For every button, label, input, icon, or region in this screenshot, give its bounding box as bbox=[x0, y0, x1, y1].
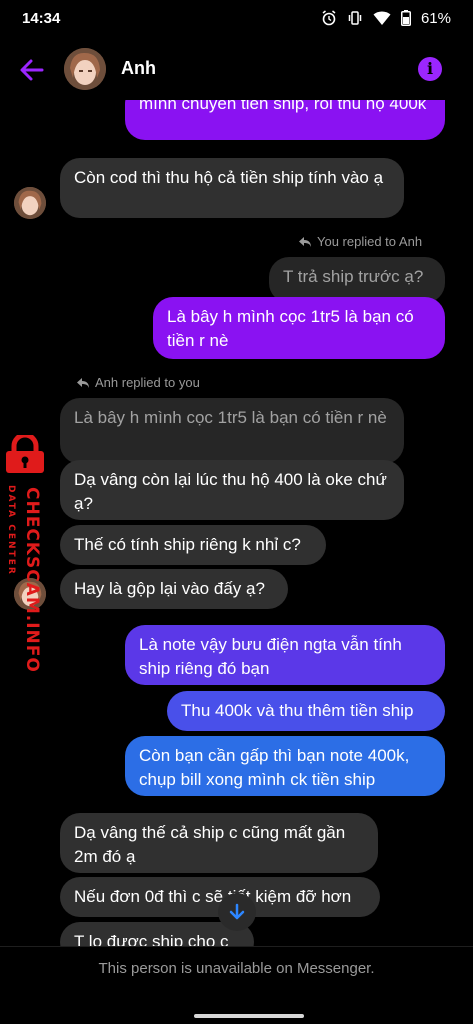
message-text: Là bây h mình cọc 1tr5 là bạn có tiền r … bbox=[74, 408, 387, 427]
message-bubble[interactable]: Thế có tính ship riêng k nhỉ c? bbox=[60, 525, 326, 565]
status-icons: 61% bbox=[321, 10, 451, 27]
reply-icon bbox=[299, 236, 311, 247]
home-indicator[interactable] bbox=[194, 1014, 304, 1018]
message-text: Dạ vâng thế cả ship c cũng mất gần 2m đó… bbox=[74, 823, 346, 866]
arrow-down-icon bbox=[229, 903, 245, 920]
message-text: T trả ship trước ạ? bbox=[283, 267, 424, 286]
watermark-title: CHECKSCAM.INFO bbox=[22, 487, 42, 673]
message-text: Dạ vâng còn lại lúc thu hộ 400 là oke ch… bbox=[74, 470, 387, 513]
avatar[interactable] bbox=[14, 187, 46, 219]
watermark: DATA CENTER CHECKSCAM.INFO bbox=[2, 435, 50, 673]
message-text: Thu 400k và thu thêm tiền ship bbox=[181, 701, 414, 720]
reply-indicator-text: You replied to Anh bbox=[317, 234, 423, 249]
reply-indicator: You replied to Anh bbox=[298, 234, 422, 249]
message-text: Là bây h mình cọc 1tr5 là bạn có tiền r … bbox=[167, 307, 414, 350]
back-button[interactable] bbox=[18, 56, 46, 84]
unavailable-notice: This person is unavailable on Messenger. bbox=[0, 946, 473, 990]
message-text: Nếu đơn 0đ thì c sẽ tiết kiệm đỡ hơn bbox=[74, 887, 352, 906]
info-icon[interactable]: i bbox=[418, 57, 442, 81]
message-bubble[interactable]: Còn cod thì thu hộ cả tiền ship tính vào… bbox=[60, 158, 404, 218]
status-time: 14:34 bbox=[22, 9, 61, 27]
reply-indicator: Anh replied to you bbox=[76, 375, 200, 390]
quoted-message[interactable]: Là bây h mình cọc 1tr5 là bạn có tiền r … bbox=[60, 398, 404, 464]
conversation-header: Anh i bbox=[0, 38, 473, 100]
unavailable-notice-text: This person is unavailable on Messenger. bbox=[98, 960, 375, 977]
message-list[interactable]: mình chuyển tiền ship, rồi thu hộ 400k C… bbox=[0, 100, 473, 950]
reply-indicator-text: Anh replied to you bbox=[95, 375, 200, 390]
arrow-left-icon bbox=[20, 59, 44, 81]
message-bubble[interactable]: mình chuyển tiền ship, rồi thu hộ 400k bbox=[125, 100, 445, 140]
lock-icon bbox=[6, 435, 44, 473]
message-bubble[interactable]: Dạ vâng còn lại lúc thu hộ 400 là oke ch… bbox=[60, 460, 404, 520]
message-text: Còn cod thì thu hộ cả tiền ship tính vào… bbox=[74, 168, 384, 187]
battery-percent: 61% bbox=[420, 9, 451, 27]
contact-name[interactable]: Anh bbox=[121, 58, 156, 79]
message-bubble[interactable]: Là bây h mình cọc 1tr5 là bạn có tiền r … bbox=[153, 297, 445, 359]
status-bar: 14:34 61% bbox=[0, 0, 473, 36]
avatar[interactable] bbox=[64, 48, 106, 90]
message-text: Hay là gộp lại vào đấy ạ? bbox=[74, 579, 265, 598]
alarm-icon bbox=[321, 10, 337, 26]
wifi-icon bbox=[373, 10, 391, 26]
message-bubble[interactable]: Hay là gộp lại vào đấy ạ? bbox=[60, 569, 288, 609]
message-text: Thế có tính ship riêng k nhỉ c? bbox=[74, 535, 301, 554]
battery-icon bbox=[400, 10, 411, 26]
message-text: Còn bạn cần gấp thì bạn note 400k, chụp … bbox=[139, 746, 410, 789]
reply-icon bbox=[77, 377, 89, 388]
message-text: mình chuyển tiền ship, rồi thu hộ 400k bbox=[139, 100, 427, 113]
scroll-to-bottom-button[interactable] bbox=[218, 893, 256, 931]
message-bubble[interactable]: Dạ vâng thế cả ship c cũng mất gần 2m đó… bbox=[60, 813, 378, 873]
vibrate-icon bbox=[347, 10, 363, 26]
message-bubble[interactable]: Là note vậy bưu điện ngta vẫn tính ship … bbox=[125, 625, 445, 685]
watermark-subtitle: DATA CENTER bbox=[6, 485, 16, 576]
message-text: Là note vậy bưu điện ngta vẫn tính ship … bbox=[139, 635, 402, 678]
message-bubble[interactable]: Còn bạn cần gấp thì bạn note 400k, chụp … bbox=[125, 736, 445, 796]
message-bubble[interactable]: Thu 400k và thu thêm tiền ship bbox=[167, 691, 445, 731]
